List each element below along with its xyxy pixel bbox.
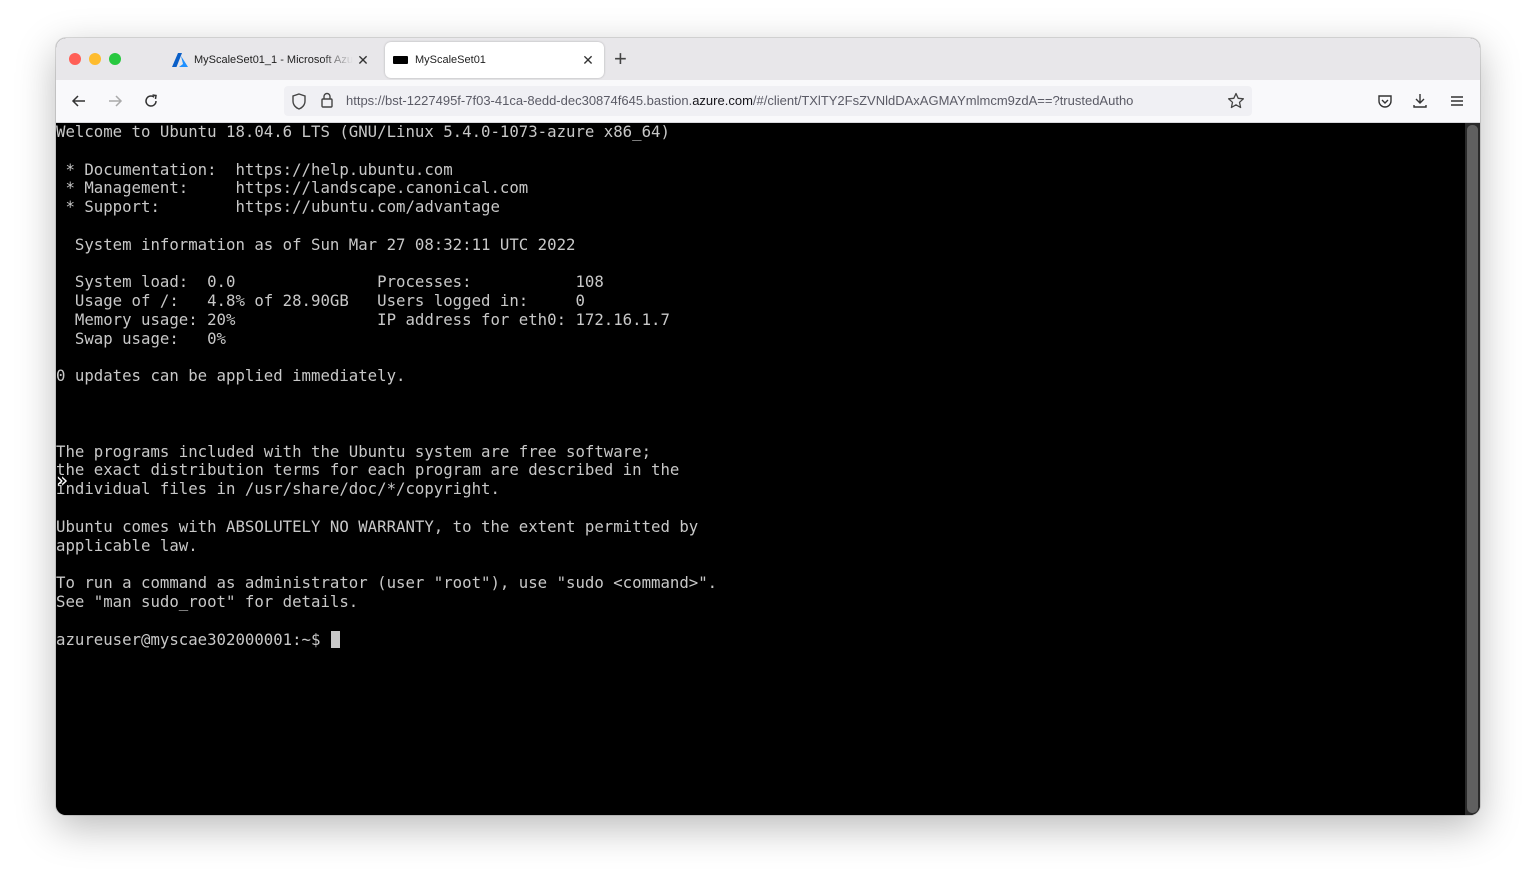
terminal-line: Swap usage: 0% xyxy=(74,328,227,348)
terminal-line: * Documentation: https://help.ubuntu.com xyxy=(65,159,453,179)
terminal-line: applicable law. xyxy=(56,535,198,555)
terminal-lines: Welcome to Ubuntu 18.04.6 LTS (GNU/Linux… xyxy=(56,122,717,611)
forward-button[interactable] xyxy=(103,89,127,113)
shield-icon[interactable] xyxy=(291,93,307,110)
terminal-line: System load: 0.0 Processes: 108 xyxy=(74,272,604,292)
terminal-line: the exact distribution terms for each pr… xyxy=(56,460,680,480)
reload-icon xyxy=(145,94,157,107)
tab-close-icon[interactable]: ✕ xyxy=(578,52,598,69)
url-fade xyxy=(1184,90,1222,112)
terminal-icon xyxy=(393,56,408,64)
terminal-line: Welcome to Ubuntu 18.04.6 LTS (GNU/Linux… xyxy=(56,122,670,141)
minimize-window-button[interactable] xyxy=(89,53,101,65)
terminal-line: See "man sudo_root" for details. xyxy=(56,591,359,611)
reload-button[interactable] xyxy=(139,89,163,113)
tab-azure-portal[interactable]: MyScaleSet01_1 - Microsoft Azure ✕ xyxy=(164,42,379,78)
terminal-cursor xyxy=(330,630,340,648)
tab-bastion-session[interactable]: MyScaleSet01 ✕ xyxy=(385,42,604,78)
new-tab-button[interactable]: + xyxy=(614,46,627,72)
terminal-line: * Support: https://ubuntu.com/advantage xyxy=(65,197,500,217)
terminal-line: Usage of /: 4.8% of 28.90GB Users logged… xyxy=(74,291,585,311)
browser-window: MyScaleSet01_1 - Microsoft Azure ✕ MySca… xyxy=(56,38,1480,815)
hamburger-menu-icon xyxy=(1451,96,1463,106)
address-bar[interactable]: https://bst-1227495f-7f03-41ca-8edd-dec3… xyxy=(284,86,1252,116)
tab-title: MyScaleSet01_1 - Microsoft Azure xyxy=(194,54,353,66)
download-icon xyxy=(1413,94,1427,108)
terminal-scrollbar[interactable] xyxy=(1465,123,1480,815)
app-menu-button[interactable] xyxy=(1445,89,1469,113)
url-suffix: /#/client/TXlTY2FsZVNldDAxAGMAYmlmcm9zdA… xyxy=(752,93,1134,108)
star-icon[interactable] xyxy=(1227,92,1245,110)
tab-close-icon[interactable]: ✕ xyxy=(353,52,373,69)
terminal-line: Memory usage: 20% IP address for eth0: 1… xyxy=(74,309,670,329)
url-domain: azure.com xyxy=(692,93,753,108)
arrow-left-icon xyxy=(71,95,85,107)
azure-logo-icon xyxy=(172,53,188,67)
lock-icon[interactable] xyxy=(320,92,334,109)
scrollbar-thumb[interactable] xyxy=(1467,125,1478,813)
terminal-line: individual files in /usr/share/doc/*/cop… xyxy=(56,479,500,499)
terminal-line: * Management: https://landscape.canonica… xyxy=(65,178,529,198)
terminal-panel[interactable]: Welcome to Ubuntu 18.04.6 LTS (GNU/Linux… xyxy=(56,122,1480,815)
url-text[interactable]: https://bst-1227495f-7f03-41ca-8edd-dec3… xyxy=(346,93,1220,108)
close-window-button[interactable] xyxy=(69,53,81,65)
terminal-prompt: azureuser@myscae302000001:~$ xyxy=(56,629,330,649)
pocket-button[interactable] xyxy=(1373,89,1397,113)
title-bar: MyScaleSet01_1 - Microsoft Azure ✕ MySca… xyxy=(56,38,1480,80)
zoom-window-button[interactable] xyxy=(109,53,121,65)
tab-title: MyScaleSet01 xyxy=(415,54,486,66)
downloads-button[interactable] xyxy=(1408,89,1432,113)
terminal-line: 0 updates can be applied immediately. xyxy=(56,366,406,386)
terminal-line: Ubuntu comes with ABSOLUTELY NO WARRANTY… xyxy=(56,516,699,536)
side-panel-toggle-icon[interactable]: » xyxy=(56,470,68,490)
terminal-line: The programs included with the Ubuntu sy… xyxy=(56,441,652,461)
terminal-line: To run a command as administrator (user … xyxy=(56,573,718,593)
back-button[interactable] xyxy=(67,89,91,113)
arrow-right-icon xyxy=(109,95,123,107)
terminal-line: System information as of Sun Mar 27 08:3… xyxy=(74,234,576,254)
pocket-icon xyxy=(1378,95,1392,108)
url-prefix: https://bst-1227495f-7f03-41ca-8edd-dec3… xyxy=(346,93,693,108)
navigation-toolbar: https://bst-1227495f-7f03-41ca-8edd-dec3… xyxy=(56,80,1480,123)
terminal-output: Welcome to Ubuntu 18.04.6 LTS (GNU/Linux… xyxy=(56,122,717,649)
